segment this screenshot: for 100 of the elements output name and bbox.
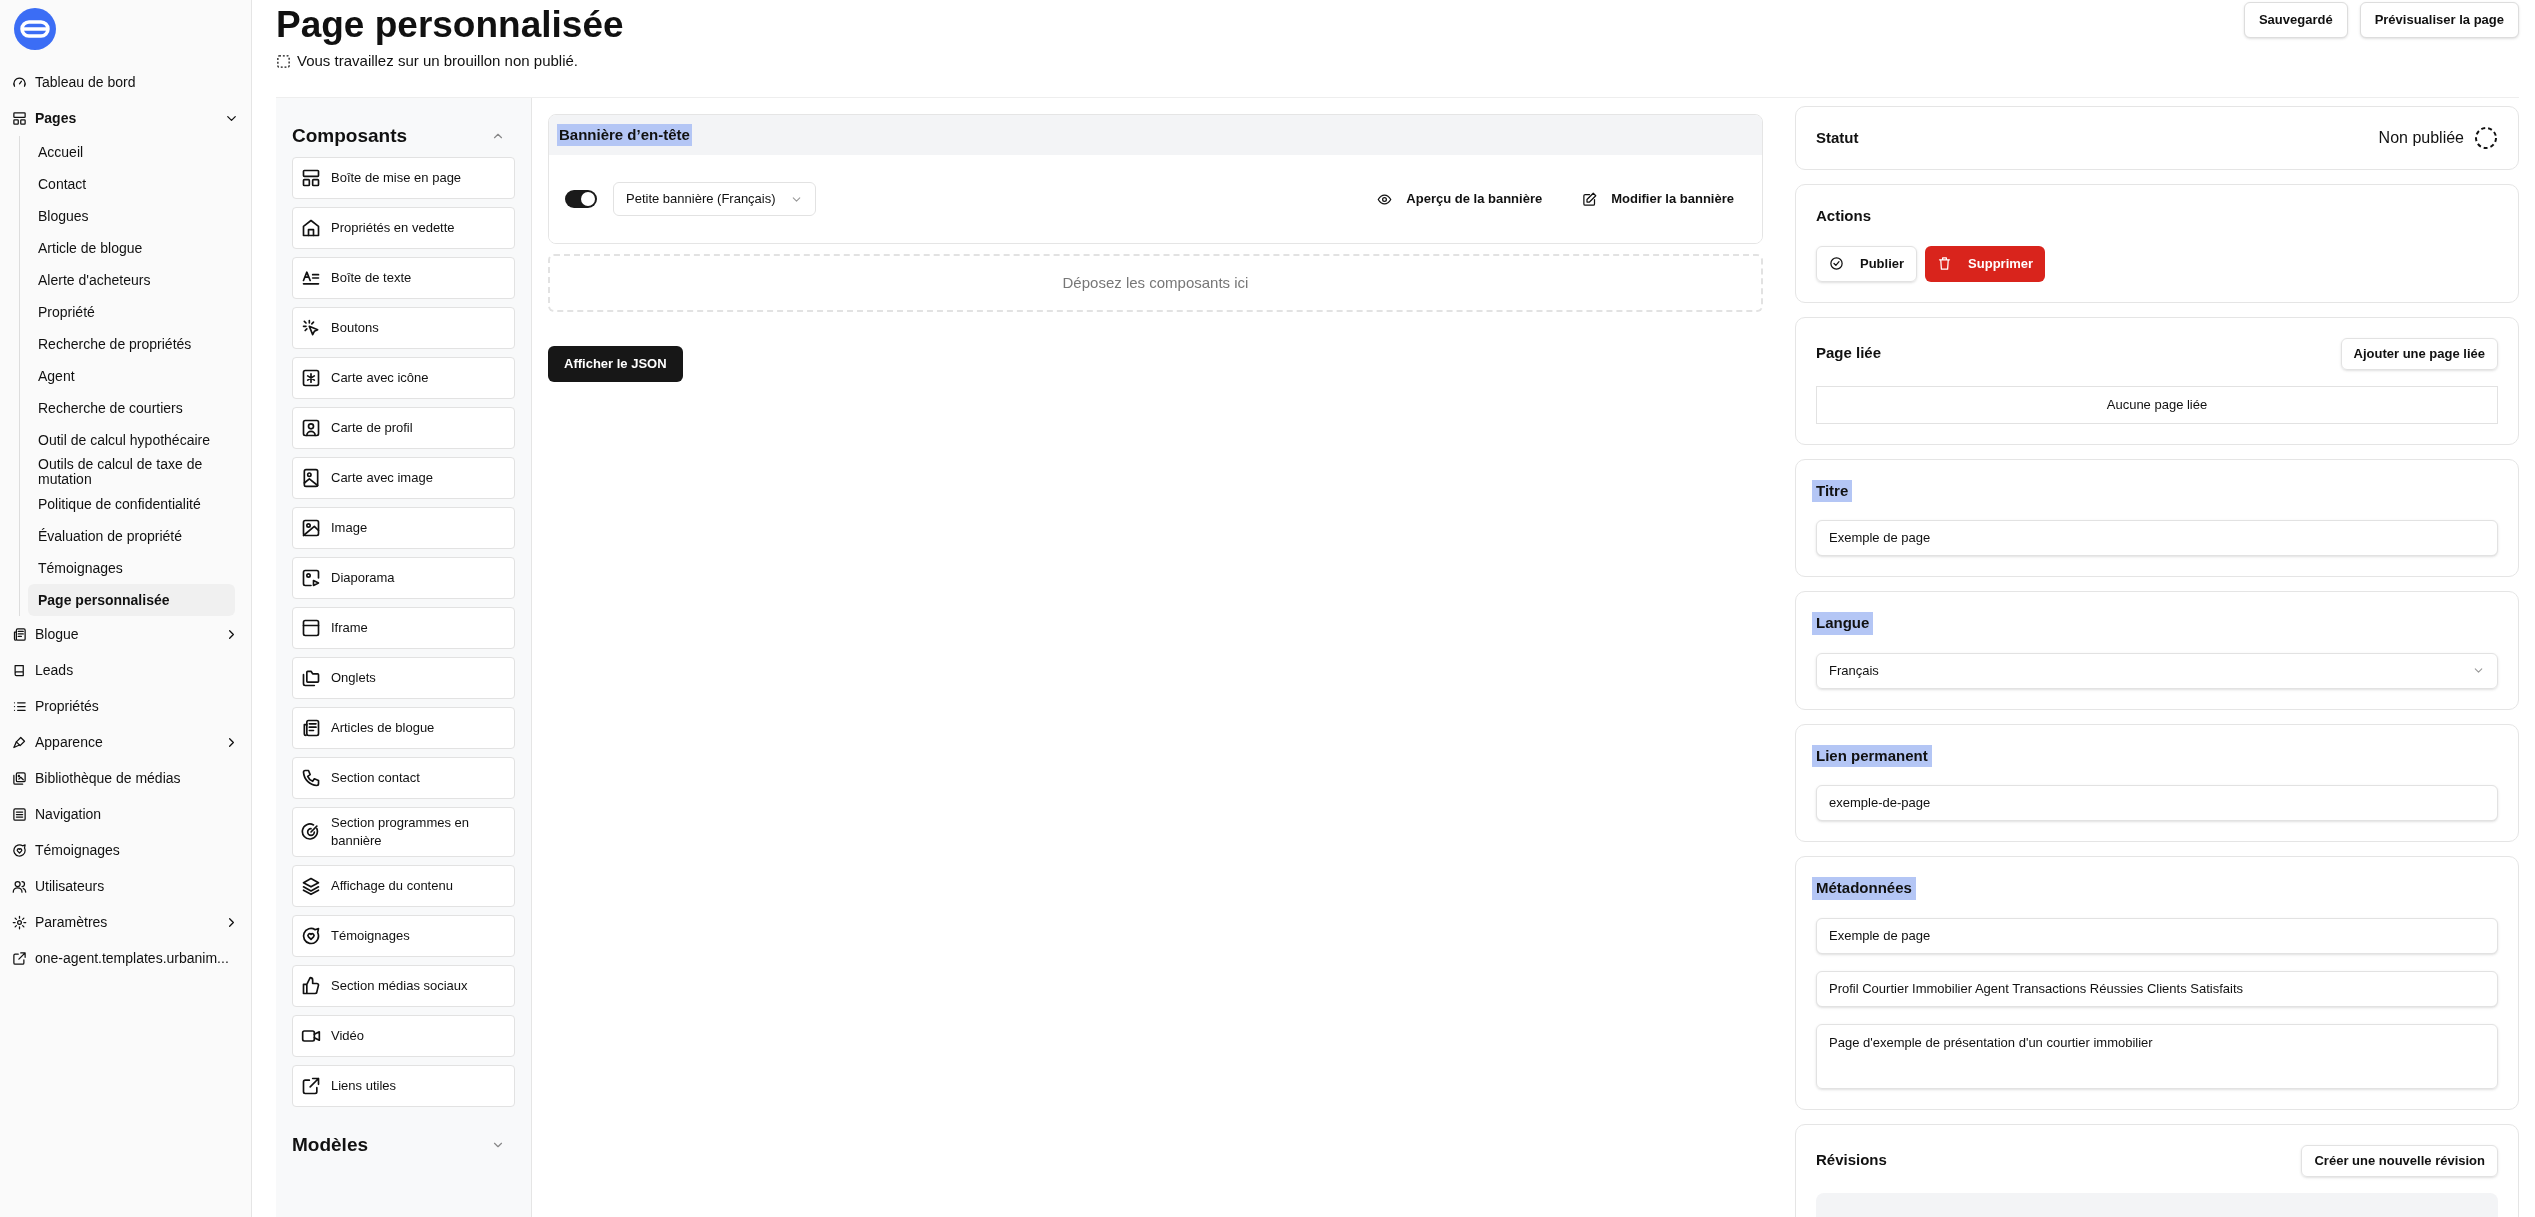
component-item[interactable]: Boîte de texte — [292, 256, 515, 299]
external-link-icon — [301, 1075, 321, 1096]
eye-icon — [1377, 191, 1393, 207]
component-item[interactable]: Vidéo — [292, 1014, 515, 1057]
sidebar-item[interactable]: one-agent.templates.urbanim... — [0, 940, 251, 976]
component-item[interactable]: Section programmes en bannière — [292, 806, 515, 857]
layers-icon — [301, 875, 321, 896]
section-header[interactable]: Modèles — [292, 1130, 515, 1159]
sidebar-item[interactable]: Tableau de bord — [0, 64, 251, 100]
sidebar-subitem[interactable]: Outil de calcul hypothécaire — [28, 424, 235, 456]
sidebar-item[interactable]: Propriétés — [0, 688, 251, 724]
sidebar-item[interactable]: Utilisateurs — [0, 868, 251, 904]
dashed-circle-icon — [2474, 126, 2498, 150]
sidebar-item[interactable]: Témoignages — [0, 832, 251, 868]
sidebar-subitem[interactable]: Évaluation de propriété — [28, 520, 235, 552]
sidebar-item[interactable]: Paramètres — [0, 904, 251, 940]
publish-button[interactable]: Publier — [1816, 245, 1918, 282]
image-card-icon — [301, 467, 321, 488]
text-input[interactable]: exemple-de-page — [1816, 785, 2498, 821]
sidebar-subitem[interactable]: Agent — [28, 360, 235, 392]
layout-icon — [12, 110, 27, 126]
sidebar-subitem[interactable]: Alerte d'acheteurs — [28, 264, 235, 296]
component-item[interactable]: Onglets — [292, 656, 515, 699]
sidebar-subitem[interactable]: Témoignages — [28, 552, 235, 584]
component-item[interactable]: Témoignages — [292, 914, 515, 957]
sidebar-item[interactable]: Bibliothèque de médias — [0, 760, 251, 796]
sidebar-item[interactable]: Pages — [0, 100, 251, 136]
component-item[interactable]: Diaporama — [292, 556, 515, 599]
book-icon — [12, 662, 27, 678]
section-header[interactable]: Composants — [292, 122, 515, 151]
delete-button[interactable]: Supprimer — [1925, 245, 2046, 282]
description-textarea[interactable]: Page d'exemple de présentation d'un courtier immobilier — [1816, 1023, 2498, 1089]
newspaper-icon — [12, 626, 27, 642]
component-item[interactable]: Liens utiles — [292, 1064, 515, 1107]
chat-heart-icon — [301, 925, 321, 946]
settings-icon — [12, 914, 27, 930]
toggle-switch[interactable] — [565, 190, 597, 208]
sidebar-subitem[interactable]: Page personnalisée — [28, 584, 235, 616]
users-icon — [12, 878, 27, 894]
header-button[interactable]: Sauvegardé — [2243, 2, 2348, 38]
component-item[interactable]: Boutons — [292, 306, 515, 349]
banner-title: Bannière d’en-tête — [557, 123, 692, 147]
thumbs-up-icon — [301, 975, 321, 996]
sidebar-subitem[interactable]: Propriété — [28, 296, 235, 328]
banner-action-button[interactable]: Aperçu de la bannière — [1365, 182, 1555, 216]
card-title: Titre — [1812, 479, 1853, 502]
newspaper-icon — [301, 717, 321, 738]
component-item[interactable]: Iframe — [292, 606, 515, 649]
dashed-square-icon — [276, 53, 291, 69]
sidebar-subitem[interactable]: Politique de confidentialité — [28, 488, 235, 520]
gauge-icon — [12, 74, 27, 90]
component-item[interactable]: Carte de profil — [292, 406, 515, 449]
sidebar-item[interactable]: Navigation — [0, 796, 251, 832]
component-item[interactable]: Carte avec image — [292, 456, 515, 499]
language-select[interactable]: Français — [1816, 652, 2498, 689]
card-title: Lien permanent — [1812, 744, 1932, 767]
asterisk-square-icon — [301, 367, 321, 388]
sidebar-subitem[interactable]: Contact — [28, 168, 235, 200]
text-input[interactable]: Profil Courtier Immobilier Agent Transactions Réussies Clients Satisfaits — [1816, 970, 2498, 1007]
check-circle-icon — [1829, 256, 1844, 271]
chat-heart-icon — [12, 842, 27, 858]
sidebar-subitem[interactable]: Accueil — [28, 136, 235, 168]
image-play-icon — [301, 567, 321, 588]
header-button[interactable]: Prévisualiser la page — [2359, 2, 2519, 38]
component-item[interactable]: Image — [292, 506, 515, 549]
house-icon — [301, 217, 321, 238]
sidebar-subitem[interactable]: Recherche de propriétés — [28, 328, 235, 360]
status-text: Non publiée — [2378, 128, 2464, 148]
empty-state-message: Aucune page liée — [1816, 385, 2498, 424]
profile-card-icon — [301, 417, 321, 438]
component-item[interactable]: Propriétés en vedette — [292, 206, 515, 249]
component-item[interactable]: Boîte de mise en page — [292, 156, 515, 199]
images-icon — [12, 770, 27, 786]
layout-icon — [301, 167, 321, 188]
text-input[interactable]: Exemple de page — [1816, 917, 2498, 954]
banner-action-button[interactable]: Modifier la bannière — [1570, 182, 1746, 216]
sidebar-subitem[interactable]: Blogues — [28, 200, 235, 232]
component-item[interactable]: Section contact — [292, 756, 515, 799]
component-item[interactable]: Articles de blogue — [292, 706, 515, 749]
logo-icon — [14, 8, 56, 50]
card-title: Métadonnées — [1812, 877, 1916, 900]
add-linked-page-button[interactable]: Ajouter une page liée — [2340, 337, 2498, 370]
banner-dropdown[interactable]: Petite bannière (Français) — [613, 182, 816, 216]
text-input[interactable]: Exemple de page — [1816, 520, 2498, 556]
sidebar-subitem[interactable]: Outils de calcul de taxe de mutation — [28, 456, 235, 488]
trash-icon — [1937, 256, 1953, 271]
sidebar-item[interactable]: Blogue — [0, 616, 251, 652]
component-item[interactable]: Section médias sociaux — [292, 964, 515, 1007]
sidebar-subitem[interactable]: Recherche de courtiers — [28, 392, 235, 424]
create-revision-button[interactable]: Créer une nouvelle révision — [2301, 1144, 2498, 1177]
external-link-icon — [12, 950, 27, 966]
sidebar-item[interactable]: Apparence — [0, 724, 251, 760]
component-item[interactable]: Affichage du contenu — [292, 864, 515, 907]
sidebar-subitem[interactable]: Article de blogue — [28, 232, 235, 264]
card-title: Page liée — [1815, 343, 1883, 364]
image-icon — [301, 517, 321, 538]
component-item[interactable]: Carte avec icône — [292, 356, 515, 399]
card-title: Actions — [1815, 206, 1872, 226]
show-json-button[interactable]: Afficher le JSON — [548, 346, 683, 382]
sidebar-item[interactable]: Leads — [0, 652, 251, 688]
